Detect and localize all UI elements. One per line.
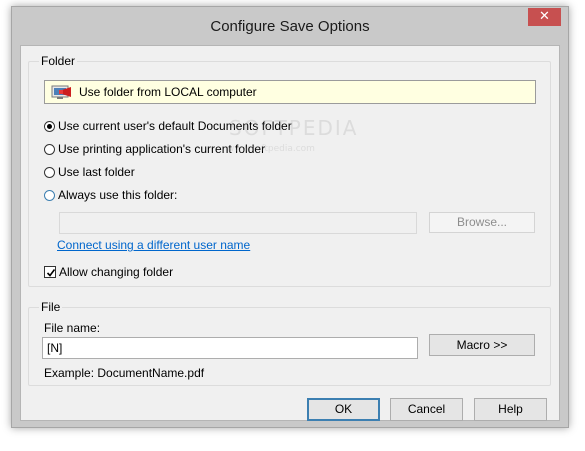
connect-different-user-link[interactable]: Connect using a different user name [57, 238, 250, 252]
radio-always-this-folder[interactable]: Always use this folder: [44, 187, 177, 203]
macro-button[interactable]: Macro >> [429, 334, 535, 356]
computer-icon [51, 85, 71, 99]
folder-path-field[interactable] [59, 212, 417, 234]
radio-selected-dot [47, 123, 52, 129]
softpedia-watermark: SOFTPEDIA [229, 116, 359, 140]
ok-button[interactable]: OK [307, 398, 380, 421]
browse-button[interactable]: Browse... [429, 212, 535, 233]
radio-label: Always use this folder: [58, 188, 178, 202]
checkbox-label: Allow changing folder [59, 265, 174, 279]
file-name-field[interactable] [42, 337, 418, 359]
radio-label: Use last folder [58, 165, 135, 179]
radio-button[interactable] [44, 166, 55, 178]
banner-label: Use folder from LOCAL computer [79, 85, 257, 99]
folder-group-label: Folder [39, 54, 78, 68]
radio-button[interactable] [44, 120, 55, 132]
window-title: Configure Save Options [210, 18, 370, 35]
help-button[interactable]: Help [474, 398, 547, 421]
file-name-label: File name: [44, 321, 101, 335]
radio-button[interactable] [44, 143, 55, 155]
file-group-label: File [39, 300, 63, 314]
local-folder-banner: Use folder from LOCAL computer [44, 80, 536, 104]
dialog-client-area: Folder Use folder from LOCAL computer Us… [20, 45, 560, 421]
dialog-window: Configure Save Options ✕ Folder Use fold… [11, 6, 569, 428]
example-text: Example: DocumentName.pdf [44, 366, 205, 380]
softpedia-watermark-url: www.softpedia.com [227, 144, 315, 154]
title-bar[interactable]: Configure Save Options ✕ [12, 7, 568, 45]
allow-changing-folder-checkbox[interactable]: Allow changing folder [44, 265, 173, 279]
cancel-button[interactable]: Cancel [390, 398, 463, 421]
radio-last-folder[interactable]: Use last folder [44, 164, 135, 180]
close-button[interactable]: ✕ [528, 8, 561, 26]
close-icon: ✕ [539, 9, 550, 24]
radio-button[interactable] [44, 189, 55, 201]
checkbox-box[interactable] [44, 266, 56, 278]
checkmark-icon [46, 269, 56, 277]
